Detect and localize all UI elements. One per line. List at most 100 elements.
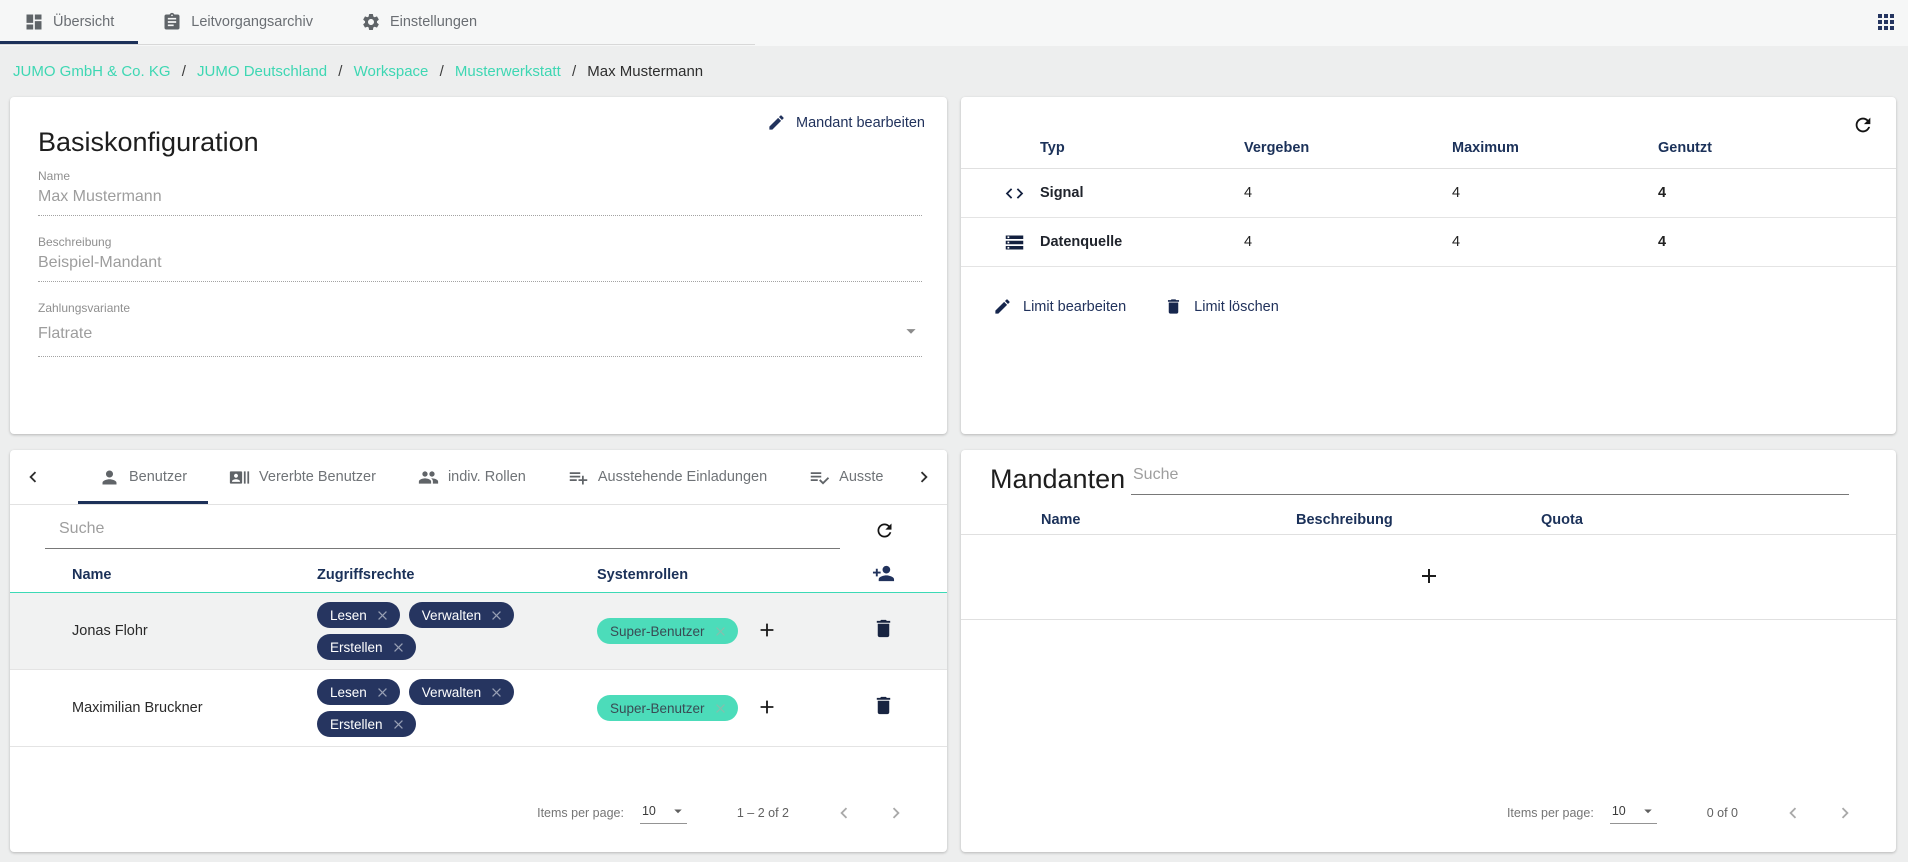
page-title: Basiskonfiguration [38, 127, 259, 157]
remove-chip-icon[interactable] [489, 608, 504, 623]
add-mandant-button[interactable] [1417, 564, 1441, 591]
table-row[interactable]: Datenquelle 4 4 4 [961, 218, 1896, 267]
breadcrumb-link[interactable]: JUMO GmbH & Co. KG [13, 63, 171, 80]
chip-label: Verwalten [421, 684, 482, 700]
roles-cell: Super-Benutzer [597, 618, 852, 644]
remove-chip-icon[interactable] [489, 685, 504, 700]
tab-vererbte-benutzer[interactable]: Vererbte Benutzer [208, 450, 397, 504]
field-value: Beispiel-Mandant [38, 254, 162, 271]
permission-chip[interactable]: Verwalten [408, 602, 515, 628]
chevron-right-icon [920, 471, 928, 483]
next-page-button[interactable] [885, 802, 907, 824]
tab-leitvorgangsarchiv[interactable]: Leitvorgangsarchiv [138, 0, 337, 44]
tab-ausstehende-weitere[interactable]: Ausste [788, 450, 904, 504]
tab-ausstehende-einladungen[interactable]: Ausstehende Einladungen [547, 450, 788, 504]
items-per-page-label: Items per page: [537, 806, 624, 820]
tab-list: Benutzer Vererbte Benutzer indiv. Rollen… [78, 450, 905, 504]
plus-icon [760, 700, 773, 713]
edit-limit-label: Limit bearbeiten [1023, 298, 1127, 315]
limits-table-body: Signal 4 4 4 Datenquelle 4 4 4 [961, 169, 1896, 267]
mandanten-paginator: Items per page: 10 0 of 0 [1507, 802, 1856, 824]
trash-icon [876, 619, 891, 638]
remove-chip-icon[interactable] [391, 640, 406, 655]
page-range-label: 1 – 2 of 2 [736, 806, 789, 820]
permission-chip[interactable]: Erstellen [317, 711, 416, 737]
edit-icon [769, 115, 784, 130]
remove-chip-icon[interactable] [713, 701, 728, 716]
add-role-button[interactable] [756, 619, 778, 644]
items-per-page-label: Items per page: [1506, 806, 1594, 820]
remove-chip-icon[interactable] [713, 624, 728, 639]
add-user-button[interactable] [872, 562, 895, 589]
remove-chip-icon[interactable] [391, 717, 406, 732]
role-chip[interactable]: Super-Benutzer [597, 618, 738, 644]
breadcrumb-link[interactable]: Workspace [354, 63, 429, 80]
breadcrumb-separator: / [181, 63, 186, 80]
delete-user-button[interactable] [872, 694, 895, 720]
user-name: Jonas Flohr [72, 623, 148, 639]
mandanten-card: Mandanten Name Beschreibung Quota Items … [961, 450, 1896, 852]
limits-table-header: Typ Vergeben Maximum Genutzt [961, 127, 1896, 169]
vergeben-value: 4 [1244, 185, 1253, 201]
recent-actors-icon [229, 470, 250, 484]
empty-table-row [961, 535, 1896, 620]
previous-page-button[interactable] [1782, 802, 1804, 824]
edit-icon [995, 299, 1010, 314]
edit-mandant-button[interactable]: Mandant bearbeiten [767, 113, 925, 132]
tab-label: Ausstehende Einladungen [597, 469, 768, 485]
edit-limit-button[interactable]: Limit bearbeiten [993, 297, 1126, 316]
role-chip[interactable]: Super-Benutzer [597, 695, 738, 721]
rights-chips: Lesen Verwalten Erstellen [317, 593, 567, 669]
add-role-button[interactable] [756, 696, 778, 721]
field-value: Flatrate [38, 324, 93, 342]
tab-scroll-left-button[interactable] [10, 450, 56, 504]
zahlungsvariante-select: Zahlungsvariante Flatrate [38, 301, 922, 357]
tab-label: Leitvorgangsarchiv [191, 14, 313, 30]
chevron-down-icon [900, 320, 922, 347]
column-header: Vergeben [1244, 139, 1310, 156]
benutzer-tab-strip: Benutzer Vererbte Benutzer indiv. Rollen… [10, 450, 947, 505]
search-input[interactable] [45, 512, 840, 549]
permission-chip[interactable]: Lesen [317, 679, 400, 705]
page-size-value: 10 [1611, 804, 1626, 818]
trash-icon [876, 696, 891, 715]
apps-grid-icon[interactable] [1874, 10, 1898, 37]
remove-chip-icon[interactable] [375, 685, 390, 700]
table-row[interactable]: Signal 4 4 4 [961, 169, 1896, 218]
tab-scroll-right-button[interactable] [901, 450, 947, 504]
delete-user-button[interactable] [872, 617, 895, 643]
breadcrumb-link[interactable]: JUMO Deutschland [197, 63, 327, 80]
search-input[interactable] [1131, 458, 1849, 495]
tab-label: Ausste [839, 469, 884, 485]
table-row[interactable]: Jonas Flohr Lesen Verwalten Erstellen Su… [10, 592, 947, 670]
permission-chip[interactable]: Erstellen [317, 634, 416, 660]
table-row[interactable]: Maximilian Bruckner Lesen Verwalten Erst… [10, 670, 947, 747]
remove-chip-icon[interactable] [375, 608, 390, 623]
field-label: Name [38, 169, 71, 183]
main-tab-strip: Übersicht Leitvorgangsarchiv Einstellung… [0, 0, 755, 45]
group-icon [418, 470, 439, 484]
previous-page-button[interactable] [833, 802, 855, 824]
limits-card: Typ Vergeben Maximum Genutzt Signal 4 4 … [961, 97, 1896, 434]
page-size-select[interactable]: 10 [1609, 802, 1657, 824]
permission-chip[interactable]: Lesen [317, 602, 400, 628]
limits-table: Typ Vergeben Maximum Genutzt Signal 4 4 … [961, 127, 1896, 267]
refresh-icon[interactable] [874, 520, 895, 544]
column-header: Zugriffsrechte [317, 567, 415, 583]
benutzer-table: Name Zugriffsrechte Systemrollen Jonas F… [10, 558, 947, 747]
tab-indiv-rollen[interactable]: indiv. Rollen [397, 450, 547, 504]
mandanten-search [1131, 458, 1849, 495]
chip-label: Erstellen [330, 716, 383, 732]
benutzer-search [45, 512, 840, 549]
permission-chip[interactable]: Verwalten [408, 679, 515, 705]
tab-uebersicht[interactable]: Übersicht [0, 0, 139, 44]
tab-einstellungen[interactable]: Einstellungen [337, 0, 501, 44]
page-size-select[interactable]: 10 [639, 802, 687, 824]
mandanten-table: Name Beschreibung Quota [961, 505, 1896, 620]
delete-limit-button[interactable]: Limit löschen [1164, 297, 1279, 316]
breadcrumb-link[interactable]: Musterwerkstatt [455, 63, 561, 80]
tab-benutzer[interactable]: Benutzer [78, 450, 209, 504]
basis-fields: Name Max Mustermann Beschreibung Beispie… [38, 169, 922, 376]
breadcrumb-current: Max Mustermann [587, 63, 704, 80]
next-page-button[interactable] [1834, 802, 1856, 824]
